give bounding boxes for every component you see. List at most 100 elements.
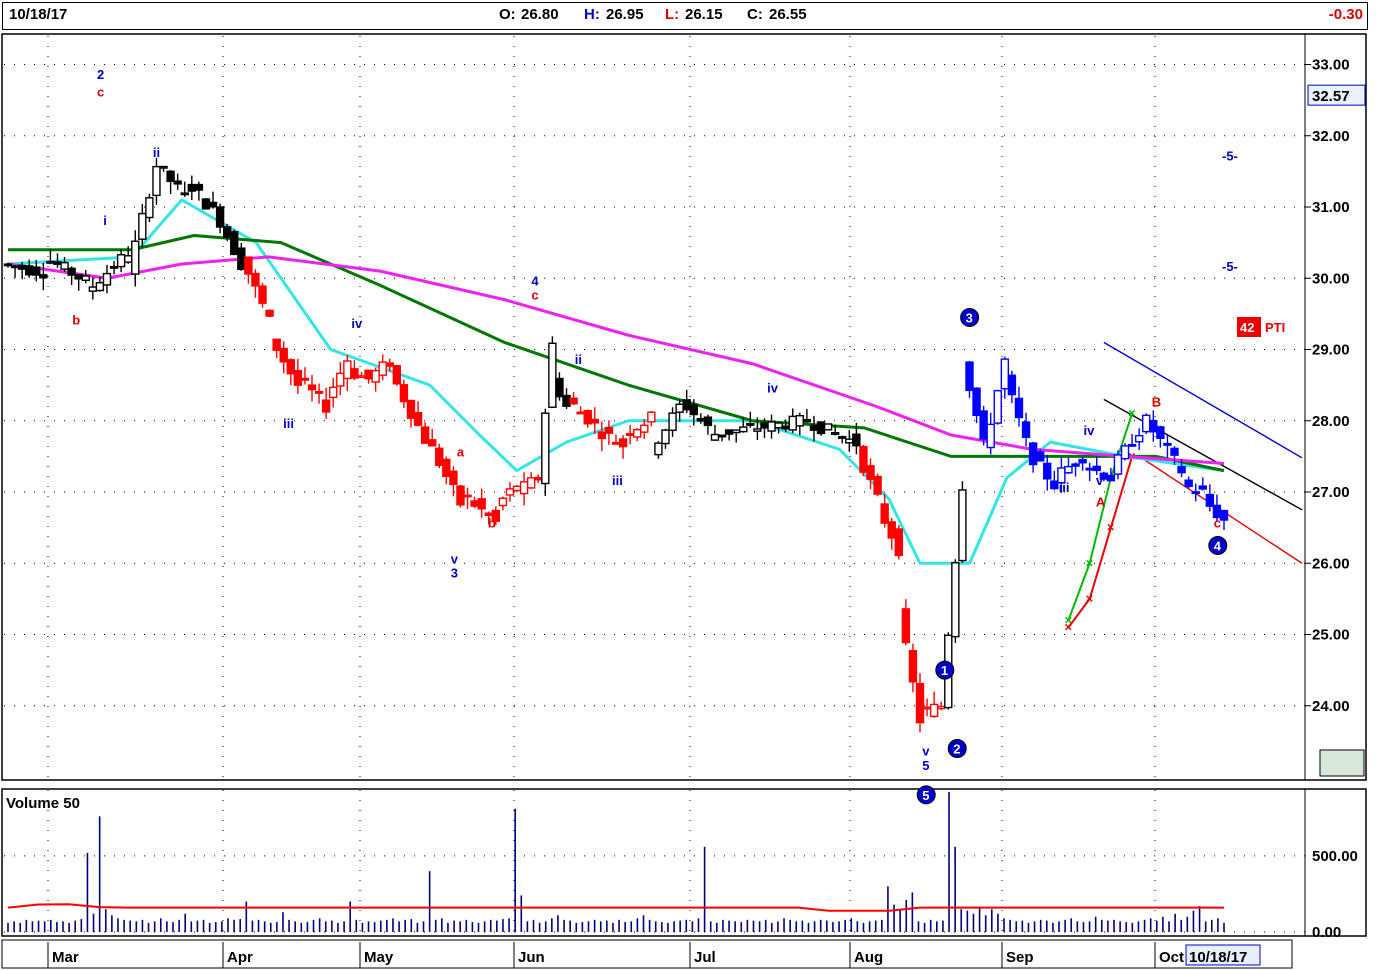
candle-body	[760, 422, 769, 429]
candle-body	[258, 285, 267, 304]
candle-body	[378, 361, 387, 376]
candle-body	[95, 281, 105, 292]
candle-body	[965, 361, 974, 392]
candle-body	[364, 369, 373, 380]
candle-body	[647, 411, 656, 423]
candle-body	[731, 429, 741, 434]
candle-body	[74, 274, 83, 280]
wave-label: a	[457, 444, 465, 459]
wave-label: ii	[153, 145, 160, 160]
zoom-icon	[1319, 749, 1365, 777]
price-tick-label: 31.00	[1312, 199, 1350, 216]
candle-body	[1071, 463, 1080, 467]
candle-body	[576, 411, 585, 415]
candle-body	[1043, 462, 1052, 480]
candle-body	[293, 369, 303, 386]
chart-canvas: ×××××××× 2ciiibiviiiabv34ciiiiiivv5iviii…	[1, 33, 1367, 969]
wave-label: i	[103, 213, 107, 228]
candle-body	[541, 412, 550, 485]
candle-body	[908, 650, 918, 683]
projection-marker: ×	[1086, 591, 1094, 606]
candle-body	[1184, 479, 1193, 488]
candle-body	[81, 275, 90, 281]
volume-tick-label: 500.00	[1312, 848, 1358, 865]
candle-body	[392, 365, 402, 385]
candle-body	[32, 266, 41, 276]
wave-label: b	[72, 313, 80, 328]
volume-tick-label: 0.00	[1312, 924, 1341, 941]
candle-body	[696, 417, 706, 422]
candle-body	[809, 424, 819, 431]
wave-label: iii	[283, 416, 294, 431]
candle-body	[1014, 397, 1024, 419]
candle-body	[470, 500, 479, 507]
candle-body	[371, 369, 380, 383]
pti-value: 42	[1240, 320, 1254, 335]
volume-title: Volume 50	[6, 795, 80, 812]
candle-body	[194, 183, 204, 191]
candle-body	[845, 438, 854, 444]
candle-body	[131, 240, 140, 275]
candle-body	[505, 488, 515, 496]
candle-body	[350, 368, 359, 379]
price-tick-label: 26.00	[1312, 555, 1350, 572]
candle-body	[640, 424, 649, 433]
candle-body	[1170, 447, 1179, 456]
candle-body	[60, 261, 69, 270]
panel-frames	[1, 33, 1367, 937]
candle-body	[866, 465, 875, 480]
wave-label: v	[451, 551, 459, 566]
candle-body	[237, 247, 246, 271]
candle-body	[1120, 445, 1130, 460]
candle-body	[823, 423, 833, 431]
date-tag: 10/18/17	[1189, 949, 1247, 966]
candle-body	[986, 423, 995, 449]
wave-label: iv	[767, 380, 779, 395]
month-label: Oct	[1159, 949, 1184, 966]
candle-body	[633, 429, 642, 438]
price-tick-label: 33.00	[1312, 57, 1350, 74]
candle-body	[562, 394, 571, 407]
candle-body	[682, 399, 691, 411]
candle-body	[838, 436, 847, 439]
wave-label: 3	[451, 566, 458, 581]
candle-body	[53, 261, 62, 265]
wave-label: ii	[575, 352, 582, 367]
candle-body	[583, 409, 592, 425]
candle-body	[300, 377, 310, 381]
candle-body	[717, 434, 727, 438]
candle-body	[830, 432, 840, 435]
price-tick-label: 32.00	[1312, 128, 1350, 145]
month-label: May	[364, 949, 394, 966]
month-label: Jun	[518, 949, 545, 966]
candle-body	[173, 180, 182, 185]
candle-body	[1113, 454, 1123, 475]
candle-body	[972, 387, 981, 416]
projection-marker: ×	[1107, 520, 1115, 535]
candle-body	[357, 375, 366, 379]
candle-body	[1149, 419, 1158, 433]
wave-label: iv	[351, 316, 363, 331]
candle-body	[123, 255, 133, 263]
candle-body	[753, 428, 762, 432]
candle-body	[244, 256, 253, 275]
candle-body	[427, 439, 437, 447]
candle-body	[1078, 458, 1087, 464]
candle-body	[611, 441, 621, 445]
candle-body	[230, 231, 239, 256]
projection-marker: ×	[1086, 555, 1094, 570]
candle-body	[463, 494, 472, 498]
candle-body	[519, 481, 529, 495]
wave-label: iv	[1084, 423, 1096, 438]
candle-body	[145, 197, 154, 219]
candle-body	[265, 309, 274, 317]
candle-body	[1198, 485, 1207, 490]
candle-body	[1035, 451, 1045, 462]
date-axis-frame	[1, 939, 1293, 969]
candle-body	[590, 418, 599, 424]
candle-body	[46, 260, 55, 264]
candle-body	[435, 447, 444, 467]
wave-circle-label: 3	[966, 310, 973, 325]
candle-body	[724, 429, 734, 435]
candle-body	[1050, 480, 1059, 490]
